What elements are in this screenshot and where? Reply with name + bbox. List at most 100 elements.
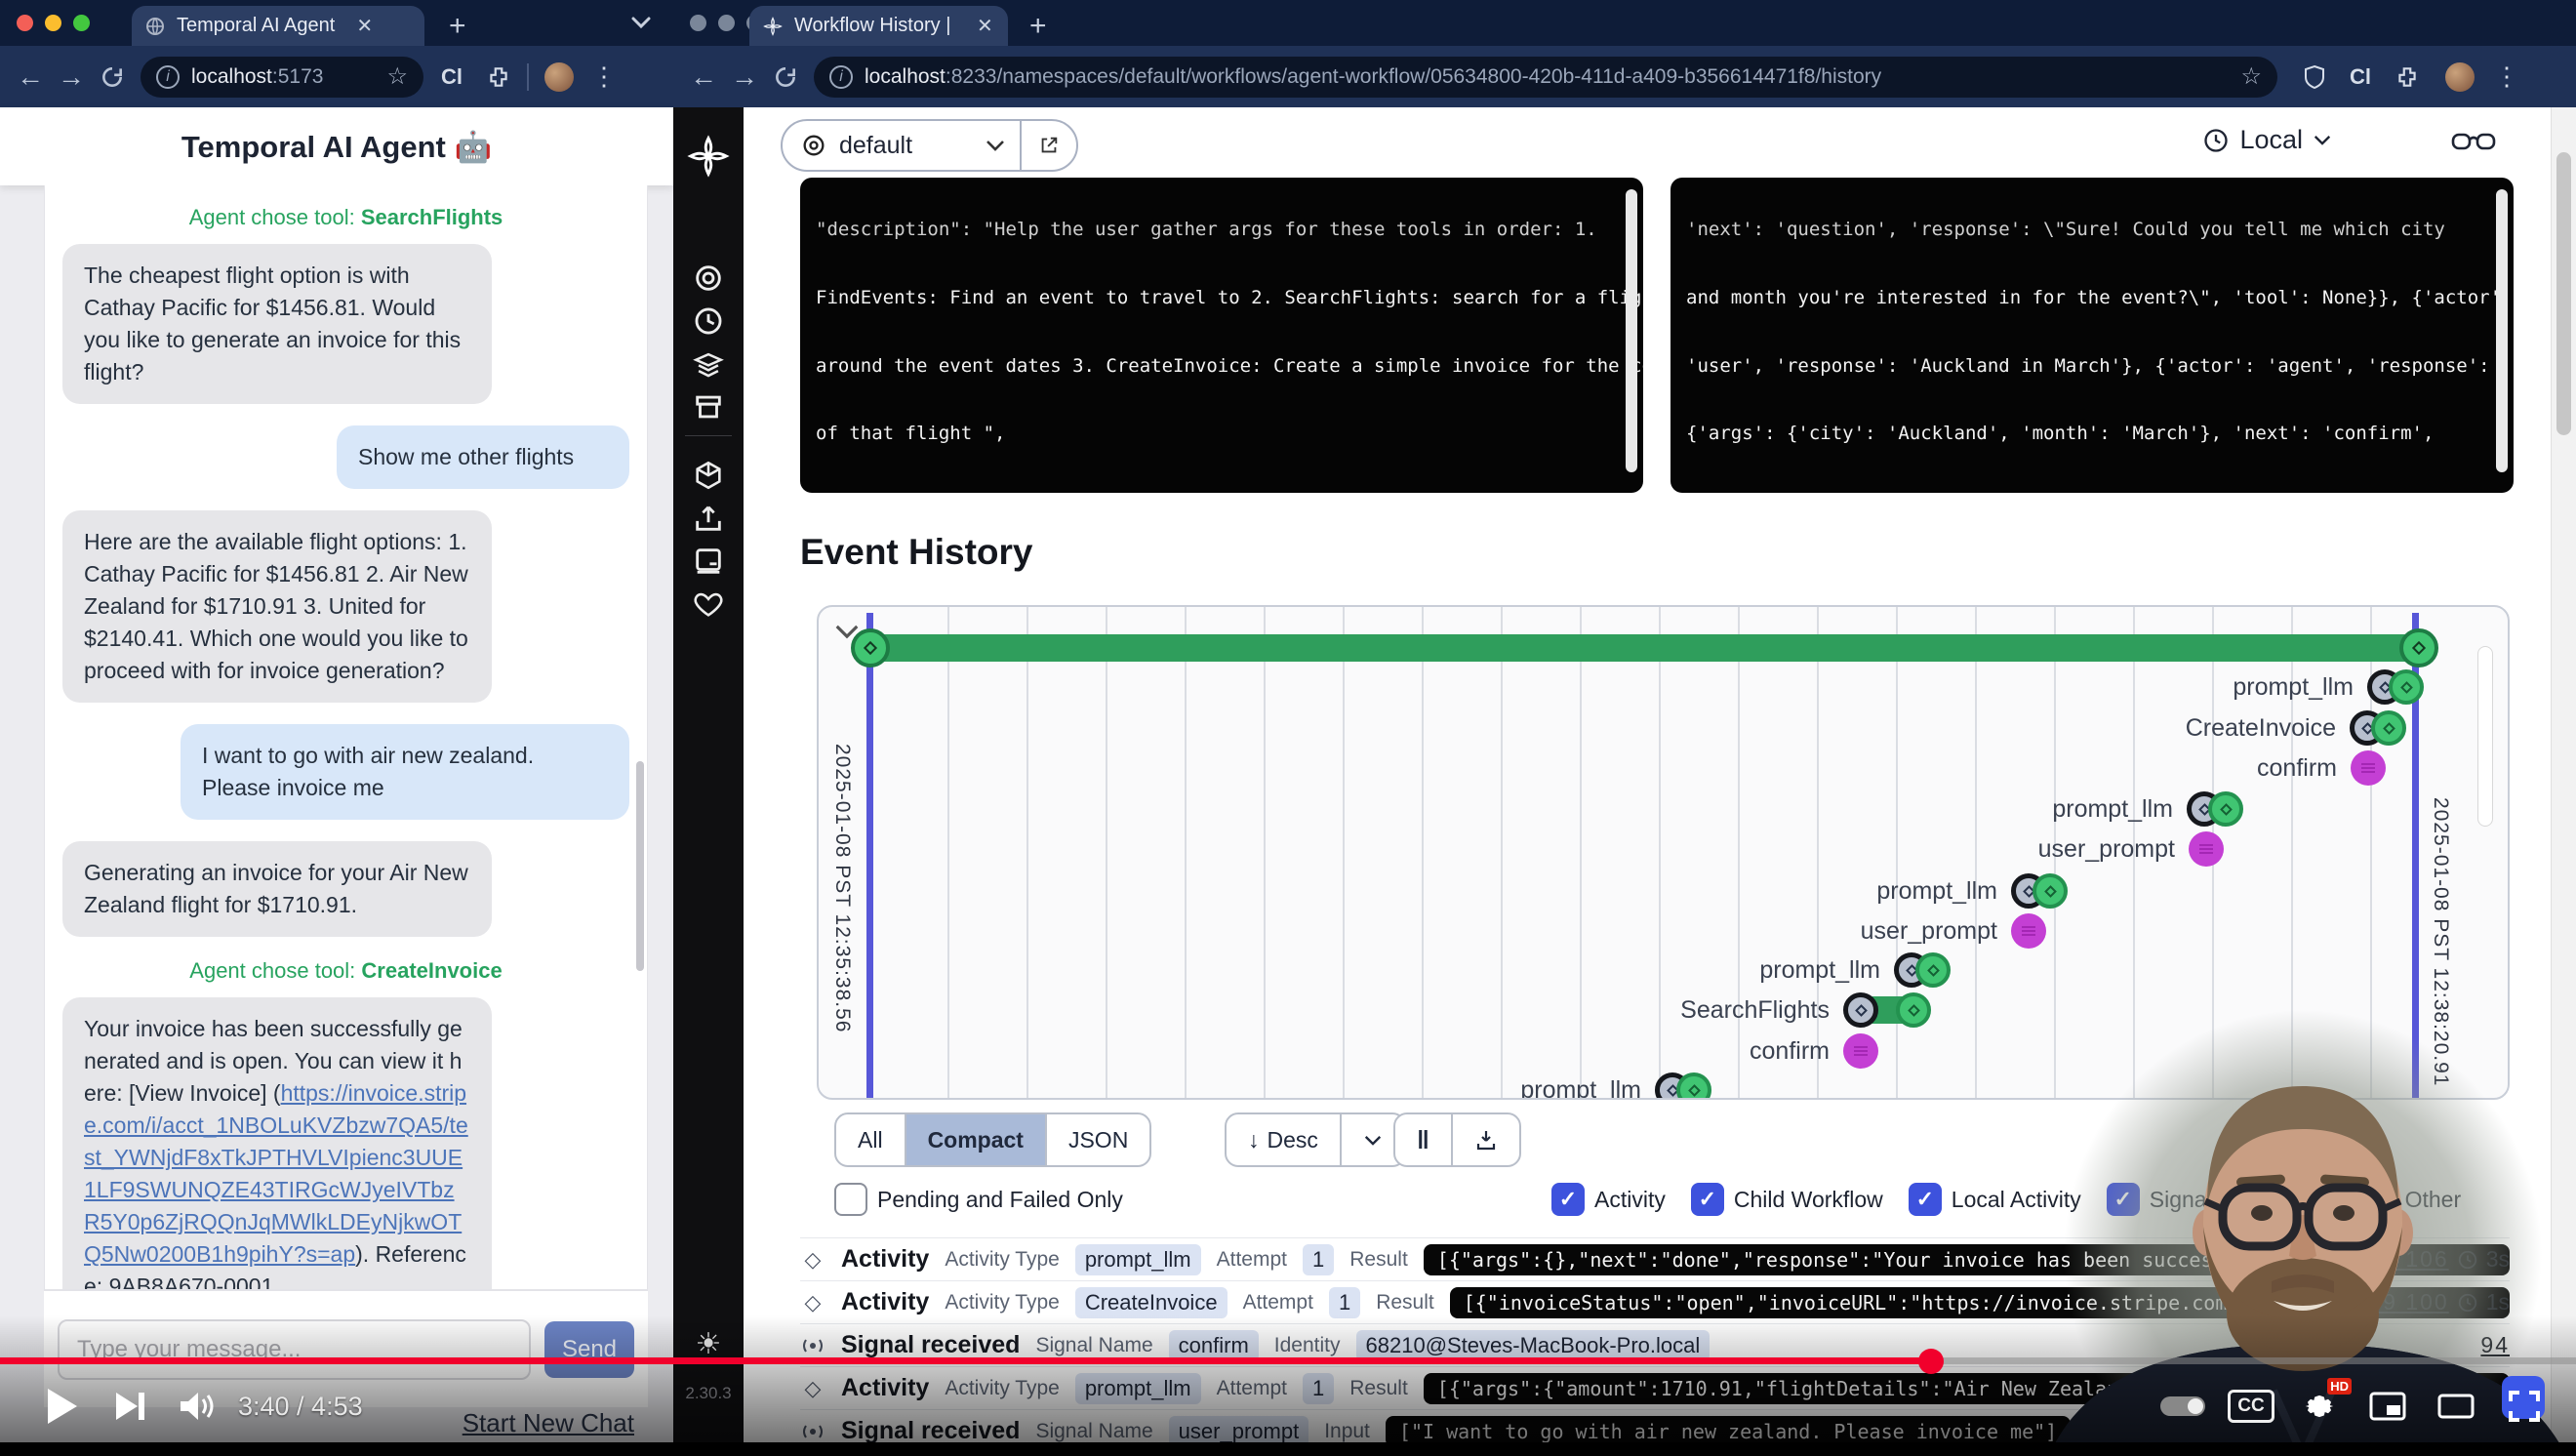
timeline-event-activity[interactable]: prompt_llm (2367, 669, 2424, 705)
filter-activity[interactable]: ✓Activity (1551, 1183, 1666, 1216)
feedback-icon[interactable] (673, 545, 744, 578)
tab-workflow-history[interactable]: Workflow History | agent-wor ✕ (749, 6, 1008, 46)
download-history-button[interactable] (1453, 1114, 1519, 1165)
close-window-button[interactable] (690, 15, 706, 31)
site-info-icon[interactable]: i (829, 65, 853, 89)
collapse-timeline-chevron-icon[interactable] (832, 623, 862, 640)
filter-child-workflow[interactable]: ✓Child Workflow (1691, 1183, 1883, 1216)
back-button[interactable]: ← (683, 61, 724, 93)
extension-cl-icon[interactable]: Cl (441, 64, 463, 90)
namespace-select[interactable]: default (781, 119, 1078, 172)
miniplayer-button[interactable] (2354, 1372, 2422, 1440)
agent-message: Here are the available flight options: 1… (62, 510, 492, 703)
temporal-logo-icon[interactable] (673, 135, 744, 178)
browser-menu-icon[interactable]: ⋮ (591, 61, 617, 92)
timeline-event-signal[interactable]: user_prompt (2011, 913, 2046, 949)
section-title: Event History (800, 532, 1033, 573)
zoom-window-button[interactable] (73, 15, 90, 31)
timeline-event-signal[interactable]: confirm (2351, 750, 2386, 786)
site-info-icon[interactable]: i (156, 65, 180, 89)
subtitles-button[interactable]: CC (2217, 1372, 2285, 1440)
timeline-event-activity[interactable]: prompt_llm (1655, 1072, 1711, 1100)
workflow-end-marker[interactable] (2399, 628, 2438, 667)
chat-message-list[interactable]: Agent chose tool: SearchFlights The chea… (44, 185, 648, 1290)
user-message: I want to go with air new zealand. Pleas… (181, 724, 629, 820)
bookmark-star-icon[interactable]: ☆ (386, 62, 408, 91)
address-bar[interactable]: i localhost:8233/namespaces/default/work… (814, 57, 2277, 98)
forward-button[interactable]: → (51, 61, 92, 93)
extension-cl-icon[interactable]: Cl (2350, 64, 2371, 90)
timeline-event-activity[interactable]: prompt_llm (1894, 952, 1951, 988)
timezone-select[interactable]: Local (2202, 125, 2332, 155)
extensions-puzzle-icon[interactable] (486, 64, 511, 90)
timeline-event-activity[interactable]: SearchFlights (1843, 992, 1931, 1028)
next-button[interactable] (96, 1372, 164, 1440)
tab-search-chevron-icon[interactable] (630, 16, 652, 29)
schedules-icon[interactable] (673, 304, 744, 338)
code-scrollbar[interactable] (2496, 189, 2508, 472)
view-tab-all[interactable]: All (836, 1114, 906, 1165)
reload-button[interactable] (92, 64, 133, 90)
activity-diamond-icon: ◇ (800, 1247, 825, 1273)
presenter-glasses (2223, 1188, 2297, 1246)
workflow-input-json-panel[interactable]: "description": "Help the user gather arg… (800, 178, 1643, 493)
timeline-start-line (866, 613, 873, 1098)
timeline-event-activity[interactable]: prompt_llm (2187, 791, 2243, 827)
volume-button[interactable] (164, 1372, 232, 1440)
back-button[interactable]: ← (10, 61, 51, 93)
cube-icon[interactable] (673, 459, 744, 492)
export-icon[interactable] (673, 502, 744, 535)
view-tab-compact[interactable]: Compact (906, 1114, 1047, 1165)
clock-icon (2202, 127, 2230, 154)
theater-mode-button[interactable] (2422, 1372, 2490, 1440)
window-controls[interactable] (17, 15, 90, 31)
code-scrollbar[interactable] (1626, 189, 1637, 472)
view-tab-json[interactable]: JSON (1047, 1114, 1149, 1165)
video-progress-bar[interactable] (0, 1357, 2576, 1364)
tab-close-icon[interactable]: ✕ (356, 14, 373, 38)
extensions-puzzle-icon[interactable] (2395, 64, 2420, 90)
autoplay-toggle[interactable] (2149, 1372, 2217, 1440)
sidebar-divider (685, 435, 732, 436)
pending-failed-filter[interactable]: Pending and Failed Only (834, 1183, 1123, 1216)
timeline-event-signal[interactable]: confirm (1843, 1033, 1878, 1069)
new-tab-button[interactable]: + (1029, 10, 1047, 43)
workflows-icon[interactable] (673, 262, 744, 295)
stack-icon[interactable] (673, 347, 744, 381)
bookmark-star-icon[interactable]: ☆ (2240, 62, 2262, 91)
tab-temporal-ai-agent[interactable]: Temporal AI Agent ✕ (132, 6, 424, 46)
play-button[interactable] (27, 1372, 96, 1440)
shield-extension-icon[interactable] (2303, 64, 2326, 90)
profile-avatar[interactable] (2445, 62, 2475, 92)
timeline-event-activity[interactable]: prompt_llm (2011, 873, 2068, 909)
tab-close-icon[interactable]: ✕ (977, 14, 993, 38)
minimize-window-button[interactable] (718, 15, 735, 31)
favorites-heart-icon[interactable] (673, 587, 744, 621)
profile-avatar[interactable] (544, 62, 574, 92)
chat-scrollbar[interactable] (636, 761, 644, 971)
forward-button[interactable]: → (724, 61, 765, 93)
chat-header: Temporal AI Agent 🤖 (0, 107, 673, 185)
new-tab-button[interactable]: + (449, 10, 466, 43)
address-bar[interactable]: i localhost:5173 ☆ (141, 57, 423, 98)
fullscreen-button[interactable] (2490, 1372, 2558, 1440)
timeline-event-signal[interactable]: user_prompt (2189, 831, 2224, 867)
settings-button[interactable]: HD (2285, 1372, 2354, 1440)
sort-desc-button[interactable]: ↓Desc (1227, 1114, 1342, 1165)
reload-button[interactable] (765, 64, 806, 90)
timeline-event-activity[interactable]: CreateInvoice (2350, 710, 2406, 746)
conversation-history-json-panel[interactable]: 'next': 'question', 'response': \"Sure! … (1670, 178, 2514, 493)
close-window-button[interactable] (17, 15, 33, 31)
browser-menu-icon[interactable]: ⋮ (2494, 61, 2519, 92)
pause-updates-button[interactable]: ‖ (1395, 1114, 1453, 1165)
scrollbar-thumb[interactable] (2556, 152, 2571, 435)
timeline-scrollbar[interactable] (2477, 646, 2493, 827)
invoice-link[interactable]: https://invoice.stripe.com/i/acct_1NBOLu… (84, 1080, 468, 1267)
minimize-window-button[interactable] (45, 15, 61, 31)
labs-glasses-icon[interactable] (2451, 127, 2496, 156)
open-namespace-button[interactable] (1022, 121, 1076, 170)
checkbox-unchecked[interactable] (834, 1183, 867, 1216)
left-toolbar: ← → i localhost:5173 ☆ Cl ⋮ (0, 46, 673, 107)
workflow-execution-bar[interactable] (870, 634, 2420, 662)
archive-icon[interactable] (673, 390, 744, 424)
